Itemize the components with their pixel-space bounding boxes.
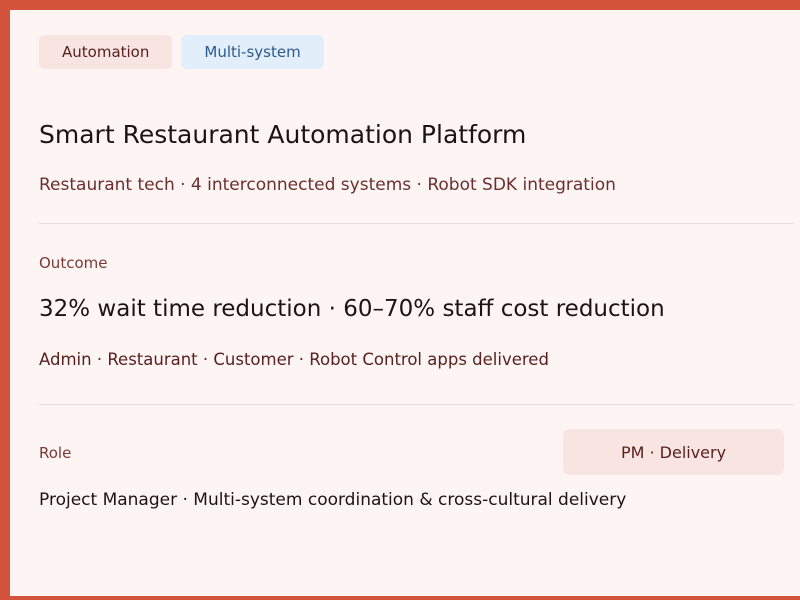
outcome-headline: 32% wait time reduction · 60–70% staff c… (39, 296, 665, 322)
project-card: Automation Multi-system Smart Restaurant… (10, 10, 800, 596)
role-label: Role (39, 444, 72, 462)
divider (39, 404, 794, 405)
project-subtitle: Restaurant tech · 4 interconnected syste… (39, 175, 616, 195)
tag-list: Automation Multi-system (39, 35, 324, 69)
tag-automation: Automation (39, 35, 173, 69)
divider (39, 223, 794, 224)
role-badge: PM · Delivery (563, 429, 784, 475)
outcome-detail: Admin · Restaurant · Customer · Robot Co… (39, 350, 549, 369)
project-title: Smart Restaurant Automation Platform (39, 120, 527, 149)
tag-multi-system: Multi-system (181, 35, 324, 69)
outcome-label: Outcome (39, 254, 108, 272)
role-description: Project Manager · Multi-system coordinat… (39, 490, 627, 510)
